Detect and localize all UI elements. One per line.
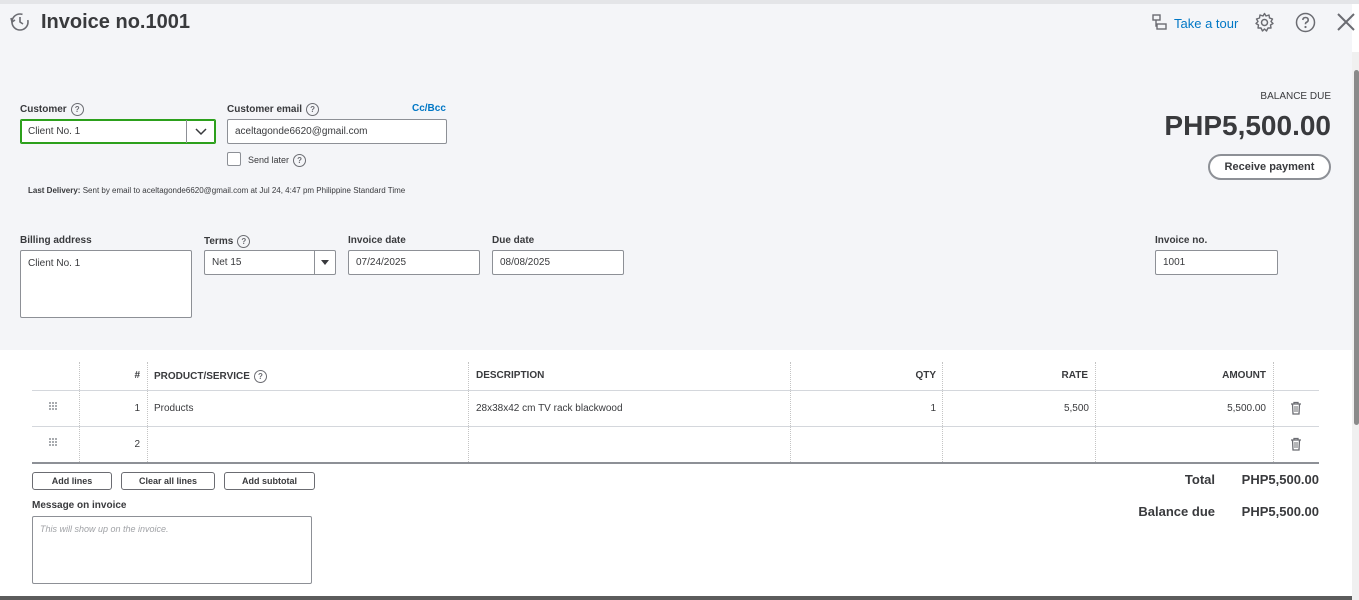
col-divider (468, 362, 469, 462)
add-subtotal-button[interactable]: Add subtotal (224, 472, 315, 490)
balance-due-total-label: Balance due (1138, 504, 1215, 519)
help-icon[interactable]: ? (293, 154, 307, 167)
customer-email-label: Customer email? (227, 103, 320, 116)
table-bottom-border (32, 462, 1319, 464)
col-divider (942, 362, 943, 462)
customer-email-value: aceltagonde6620@gmail.com (235, 126, 368, 137)
cc-bcc-link[interactable]: Cc/Bcc (412, 103, 446, 114)
page-title: Invoice no.1001 (41, 11, 190, 33)
col-divider (79, 362, 80, 462)
last-delivery-text: Sent by email to aceltagonde6620@gmail.c… (82, 186, 406, 195)
help-icon[interactable]: ? (306, 103, 320, 116)
billing-address-value: Client No. 1 (28, 258, 81, 269)
take-tour-link[interactable]: Take a tour (1152, 13, 1238, 34)
help-icon[interactable]: ? (253, 370, 267, 383)
trash-icon[interactable] (1290, 401, 1302, 418)
col-header-product: PRODUCT/SERVICE? (154, 370, 267, 383)
scrollbar-thumb[interactable] (1354, 70, 1359, 425)
col-divider (147, 362, 148, 462)
receive-payment-button[interactable]: Receive payment (1208, 154, 1331, 180)
trash-icon[interactable] (1290, 437, 1302, 454)
send-later-label: Send later? (248, 154, 307, 167)
due-date-value: 08/08/2025 (500, 257, 551, 268)
invoice-header-panel (0, 4, 1352, 350)
customer-email-field[interactable]: aceltagonde6620@gmail.com (227, 119, 447, 144)
last-delivery-info: Last Delivery: Sent by email to aceltago… (28, 186, 405, 195)
clear-all-lines-button[interactable]: Clear all lines (121, 472, 215, 490)
add-lines-button[interactable]: Add lines (32, 472, 112, 490)
send-later-checkbox[interactable] (227, 152, 241, 166)
row-amount[interactable]: 5,500.00 (1096, 403, 1266, 414)
row-num: 2 (134, 439, 140, 450)
total-label: Total (1184, 472, 1215, 487)
invoice-no-value: 1001 (1163, 257, 1186, 268)
drag-handle-icon[interactable] (48, 401, 58, 414)
invoice-no-field[interactable]: 1001 (1155, 250, 1278, 275)
due-date-field[interactable]: 08/08/2025 (492, 250, 624, 275)
terms-value: Net 15 (212, 257, 242, 268)
col-header-amount: AMOUNT (1222, 370, 1266, 381)
col-header-num: # (134, 370, 140, 381)
customer-value: Client No. 1 (28, 126, 81, 137)
col-divider (790, 362, 791, 462)
bottom-border (0, 596, 1352, 600)
table-header-row: # PRODUCT/SERVICE? DESCRIPTION QTY RATE … (32, 362, 1319, 390)
customer-label: Customer? (20, 103, 84, 116)
message-textarea[interactable]: This will show up on the invoice. (32, 516, 312, 584)
invoice-date-value: 07/24/2025 (356, 257, 407, 268)
last-delivery-label: Last Delivery: (28, 186, 81, 195)
billing-address-field[interactable]: Client No. 1 (20, 250, 192, 318)
chevron-down-icon[interactable] (186, 120, 215, 143)
col-divider (1273, 362, 1274, 462)
take-tour-label: Take a tour (1174, 16, 1239, 31)
balance-due-total-value: PHP5,500.00 (1241, 504, 1319, 519)
table-row[interactable]: 2 (32, 427, 1319, 463)
total-value: PHP5,500.00 (1241, 472, 1319, 487)
invoice-date-field[interactable]: 07/24/2025 (348, 250, 480, 275)
caret-down-icon[interactable] (314, 251, 335, 274)
invoice-no-label: Invoice no. (1155, 235, 1208, 246)
message-label: Message on invoice (32, 500, 127, 511)
customer-select[interactable]: Client No. 1 (20, 119, 216, 144)
invoice-date-label: Invoice date (348, 235, 406, 246)
gear-icon[interactable] (1254, 12, 1275, 38)
balance-due-amount: PHP5,500.00 (1164, 110, 1331, 141)
help-icon[interactable] (1295, 12, 1316, 38)
help-icon[interactable]: ? (70, 103, 84, 116)
col-header-rate: RATE (1061, 370, 1088, 381)
help-icon[interactable]: ? (237, 235, 251, 248)
balance-due-label: BALANCE DUE (1260, 91, 1331, 102)
row-description[interactable]: 28x38x42 cm TV rack blackwood (476, 403, 623, 414)
message-placeholder: This will show up on the invoice. (40, 524, 169, 534)
terms-select[interactable]: Net 15 (204, 250, 336, 275)
billing-address-label: Billing address (20, 235, 92, 246)
col-header-description: DESCRIPTION (476, 370, 545, 381)
close-icon[interactable] (1336, 12, 1356, 37)
row-rate[interactable]: 5,500 (944, 403, 1089, 414)
row-product[interactable]: Products (154, 403, 193, 414)
terms-label: Terms? (204, 235, 251, 248)
drag-handle-icon[interactable] (48, 437, 58, 450)
due-date-label: Due date (492, 235, 535, 246)
col-divider (1095, 362, 1096, 462)
table-row[interactable]: 1 Products 28x38x42 cm TV rack blackwood… (32, 391, 1319, 427)
col-header-qty: QTY (915, 370, 936, 381)
tour-icon (1152, 13, 1168, 34)
row-qty[interactable]: 1 (792, 403, 936, 414)
row-num: 1 (134, 403, 140, 414)
recent-history-icon[interactable] (9, 12, 31, 37)
